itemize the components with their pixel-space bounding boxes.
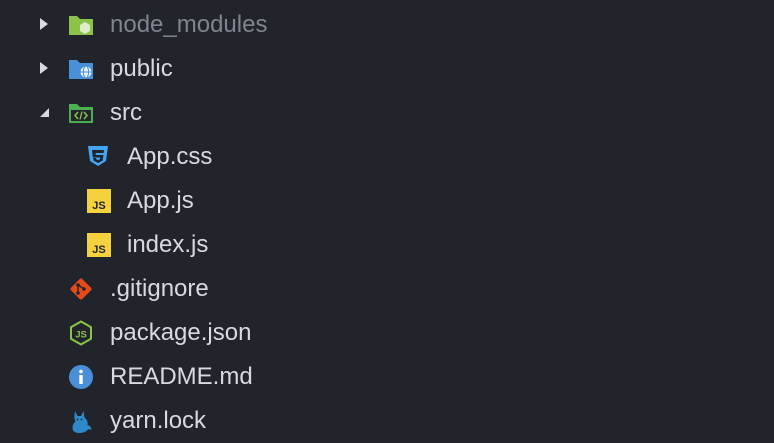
folder-src-icon <box>69 104 93 123</box>
js-file-icon: JS <box>87 189 111 213</box>
tree-item-label: App.js <box>127 187 194 214</box>
git-icon <box>70 278 92 300</box>
tree-item-label: README.md <box>110 363 253 390</box>
tree-item-label: package.json <box>110 319 252 346</box>
tree-item-package-json[interactable]: JS package.json <box>0 311 774 355</box>
tree-item-readme[interactable]: README.md <box>0 355 774 399</box>
chevron-down-icon[interactable] <box>37 105 51 119</box>
tree-item-label: index.js <box>127 231 209 258</box>
svg-text:JS: JS <box>92 200 105 212</box>
tree-item-label: App.css <box>127 143 213 170</box>
tree-item-src[interactable]: src <box>0 91 774 135</box>
js-file-icon: JS <box>87 233 111 257</box>
chevron-right-icon[interactable] <box>37 61 51 75</box>
folder-public-icon <box>69 60 93 79</box>
tree-item-label: yarn.lock <box>110 407 207 434</box>
info-icon <box>69 365 93 389</box>
tree-item-public[interactable]: public <box>0 47 774 91</box>
svg-text:JS: JS <box>92 244 105 256</box>
tree-item-label: .gitignore <box>110 275 209 302</box>
chevron-right-icon[interactable] <box>37 17 51 31</box>
file-explorer-tree: node_modules public src App.css JS App.j… <box>0 0 774 442</box>
tree-item-label: public <box>110 55 173 82</box>
tree-item-app-js[interactable]: JS App.js <box>0 179 774 223</box>
tree-item-app-css[interactable]: App.css <box>0 135 774 179</box>
tree-item-label: src <box>110 99 142 126</box>
nodejs-icon: JS <box>70 320 92 346</box>
tree-item-yarn-lock[interactable]: yarn.lock <box>0 399 774 443</box>
tree-item-label: node_modules <box>110 11 268 38</box>
tree-item-index-js[interactable]: JS index.js <box>0 223 774 267</box>
tree-item-gitignore[interactable]: .gitignore <box>0 267 774 311</box>
css-file-icon <box>88 146 108 166</box>
svg-text:JS: JS <box>75 330 87 341</box>
folder-node-icon <box>69 16 93 35</box>
yarn-cat-icon <box>72 411 92 433</box>
tree-item-node-modules[interactable]: node_modules <box>0 3 774 47</box>
